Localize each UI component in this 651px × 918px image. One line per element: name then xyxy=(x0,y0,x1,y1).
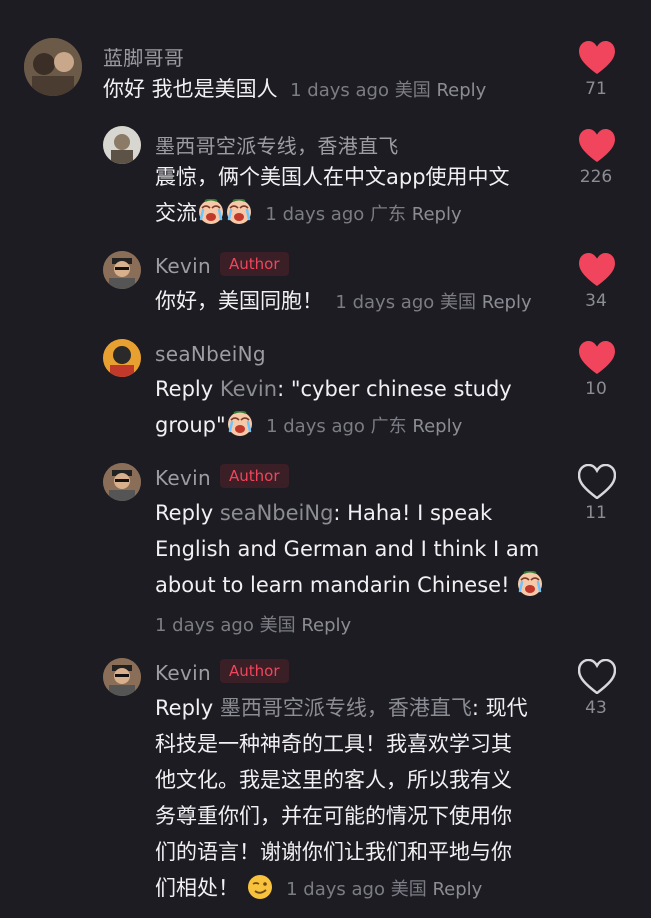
like-count: 43 xyxy=(585,698,607,718)
crying-face-icon xyxy=(198,199,224,225)
comment-text: English and German and I think I am xyxy=(155,531,539,567)
comment-timestamp: 1 days ago xyxy=(266,416,365,437)
comment-text: 你好，美国同胞！ 1 days ago 美国 Reply xyxy=(155,283,532,321)
comment-body: 你好，美国同胞！ xyxy=(155,289,323,313)
reply-button[interactable]: Reply xyxy=(301,615,351,636)
comment-text: Reply seaNbeiNg: Haha! I speak xyxy=(155,495,492,531)
heart-filled-icon xyxy=(579,128,615,163)
avatar[interactable] xyxy=(103,126,141,164)
comment-text: 们的语言！谢谢你们让我们和平地与你 xyxy=(155,834,512,870)
comment-text: 科技是一种神奇的工具！我喜欢学习其 xyxy=(155,726,512,762)
winking-face-icon xyxy=(246,874,273,900)
comment-username[interactable]: seaNbeiNg xyxy=(155,342,266,366)
comment-body: : Haha! I speak xyxy=(333,501,493,525)
crying-face-icon xyxy=(226,411,253,437)
author-badge: Author xyxy=(220,252,289,276)
comment-body: group" xyxy=(155,413,226,437)
comment-text: 交流 1 days ago 广东 Reply xyxy=(155,195,462,233)
comment-text: 你好 我也是美国人 1 days ago 美国 Reply xyxy=(103,71,486,109)
reply-button[interactable]: Reply xyxy=(436,80,486,101)
reply-prefix: Reply xyxy=(155,501,214,525)
comment-username[interactable]: 墨西哥空派专线，香港直飞 xyxy=(155,130,399,159)
comment-timestamp: 1 days ago xyxy=(335,292,435,313)
comment-body: 你好 我也是美国人 xyxy=(103,77,278,101)
comment-body: 科技是一种神奇的工具！我喜欢学习其 xyxy=(155,732,512,756)
comment-username[interactable]: Kevin xyxy=(155,254,211,278)
comment-username[interactable]: 蓝脚哥哥 xyxy=(103,42,184,71)
comment-meta: 1 days ago 广东 Reply xyxy=(260,204,462,225)
comment-meta: 1 days ago 美国 Reply xyxy=(330,292,532,313)
comment-timestamp: 1 days ago xyxy=(155,615,254,636)
author-badge: Author xyxy=(220,659,289,683)
reply-button[interactable]: Reply xyxy=(412,204,462,225)
like-count: 226 xyxy=(579,167,613,187)
comment-text: 他文化。我是这里的客人，所以我有义 xyxy=(155,762,512,798)
comment-meta: 1 days ago 美国 Reply xyxy=(280,879,482,900)
like-button[interactable] xyxy=(577,128,617,167)
comment-section: 蓝脚哥哥 你好 我也是美国人 1 days ago 美国 Reply 71 墨西… xyxy=(0,0,651,918)
comment-meta: 1 days ago 美国 Reply xyxy=(284,80,486,101)
comment-timestamp: 1 days ago xyxy=(286,879,385,900)
like-button[interactable] xyxy=(577,340,617,379)
heart-outline-icon xyxy=(577,463,617,500)
comment-region: 美国 xyxy=(394,80,431,101)
comment-text: Reply 墨西哥空派专线，香港直飞: 现代 xyxy=(155,690,528,726)
comment-username[interactable]: Kevin xyxy=(155,466,211,490)
like-button[interactable] xyxy=(577,252,617,291)
reply-button[interactable]: Reply xyxy=(412,416,462,437)
reply-button[interactable]: Reply xyxy=(432,879,482,900)
heart-outline-icon xyxy=(577,658,617,695)
comment-text: Reply Kevin: "cyber chinese study xyxy=(155,371,512,407)
comment-region: 美国 xyxy=(390,879,427,900)
reply-prefix: Reply xyxy=(155,696,214,720)
heart-filled-icon xyxy=(579,40,615,75)
avatar[interactable] xyxy=(103,463,141,501)
reply-to-username[interactable]: Kevin xyxy=(220,377,277,401)
reply-to-username[interactable]: 墨西哥空派专线，香港直飞 xyxy=(220,696,472,720)
comment-body: 们相处！ xyxy=(155,876,239,900)
crying-face-icon xyxy=(517,571,544,597)
heart-filled-icon xyxy=(579,252,615,287)
comment-body: 震惊，俩个美国人在中文app使用中文 xyxy=(155,165,510,189)
comment-timestamp: 1 days ago xyxy=(265,204,365,225)
comment-region: 广东 xyxy=(370,204,407,225)
reply-button[interactable]: Reply xyxy=(482,292,532,313)
avatar[interactable] xyxy=(103,658,141,696)
comment-body: : 现代 xyxy=(471,696,528,720)
like-button[interactable] xyxy=(577,463,617,503)
like-count: 10 xyxy=(585,379,607,399)
comment-text: 震惊，俩个美国人在中文app使用中文 xyxy=(155,159,510,195)
like-count: 11 xyxy=(585,503,607,523)
reply-prefix: Reply xyxy=(155,377,214,401)
comment-timestamp: 1 days ago xyxy=(290,80,389,101)
avatar[interactable] xyxy=(24,38,82,96)
like-button[interactable] xyxy=(577,658,617,698)
comment-body: 交流 xyxy=(155,201,197,225)
comment-text: 们相处！ 1 days ago 美国 Reply xyxy=(155,870,482,908)
comment-text: about to learn mandarin Chinese! xyxy=(155,567,544,603)
like-button[interactable] xyxy=(577,40,617,79)
reply-to-username[interactable]: seaNbeiNg xyxy=(220,501,334,525)
comment-region: 美国 xyxy=(259,615,296,636)
comment-body: 务尊重你们，并在可能的情况下使用你 xyxy=(155,804,512,828)
author-badge: Author xyxy=(220,464,289,488)
comment-body: 他文化。我是这里的客人，所以我有义 xyxy=(155,768,512,792)
comment-region: 广东 xyxy=(370,416,407,437)
comment-meta: 1 days ago 广东 Reply xyxy=(260,416,462,437)
avatar[interactable] xyxy=(103,251,141,289)
comment-body: about to learn mandarin Chinese! xyxy=(155,573,510,597)
like-count: 34 xyxy=(585,291,607,311)
comment-username[interactable]: Kevin xyxy=(155,661,211,685)
comment-body: 们的语言！谢谢你们让我们和平地与你 xyxy=(155,840,512,864)
comment-region: 美国 xyxy=(440,292,477,313)
comment-text: 务尊重你们，并在可能的情况下使用你 xyxy=(155,798,512,834)
comment-text: group" 1 days ago 广东 Reply xyxy=(155,407,462,445)
heart-filled-icon xyxy=(579,340,615,375)
crying-face-icon xyxy=(226,199,252,225)
comment-body: : "cyber chinese study xyxy=(277,377,512,401)
comment-meta: 1 days ago 美国 Reply xyxy=(155,611,351,637)
avatar[interactable] xyxy=(103,339,141,377)
like-count: 71 xyxy=(585,79,607,99)
comment-body: English and German and I think I am xyxy=(155,537,540,561)
